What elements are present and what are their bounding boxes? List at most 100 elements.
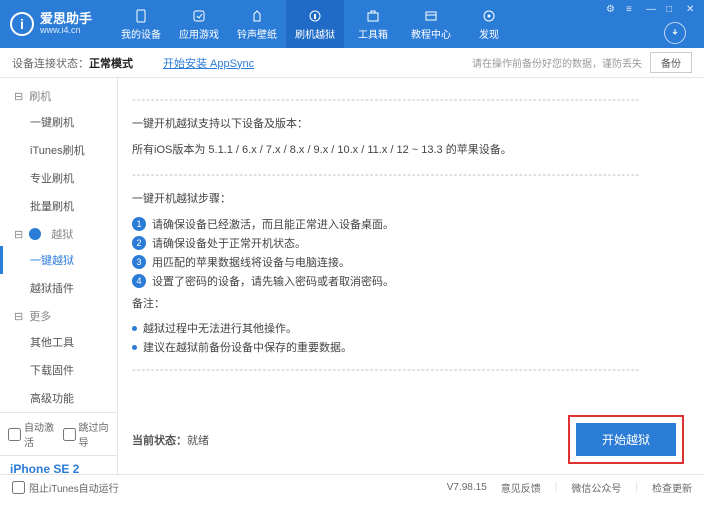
support-line: 所有iOS版本为 5.1.1 / 6.x / 7.x / 8.x / 9.x /…: [132, 142, 690, 160]
version-label: V7.98.15: [447, 482, 487, 493]
nav-icon: [307, 8, 323, 24]
logo: i 爱思助手 www.i4.cn: [10, 12, 92, 36]
conn-status-label: 设备连接状态：: [12, 58, 89, 70]
backup-button[interactable]: 备份: [650, 52, 692, 73]
side-item-0-0[interactable]: 一键刷机: [0, 108, 117, 136]
nav-label: 我的设备: [121, 26, 161, 41]
blue-dot-icon: [29, 228, 41, 240]
nav-2[interactable]: 铃声壁纸: [228, 0, 286, 48]
divider: |: [635, 482, 638, 493]
status-bar: 设备连接状态：正常模式 开始安装 AppSync 请在操作前备份好您的数据，谨防…: [0, 48, 704, 78]
start-highlight: 开始越狱: [568, 415, 684, 464]
step-3: 3用匹配的苹果数据线将设备与电脑连接。: [132, 254, 690, 270]
minimize-icon[interactable]: —: [646, 4, 658, 16]
sidebar: ⊟刷机一键刷机iTunes刷机专业刷机批量刷机 ⊟ 越狱一键越狱越狱插件 ⊟ 更多其他工…: [0, 78, 118, 474]
device-name: iPhone SE 2: [10, 462, 107, 474]
feedback-link[interactable]: 意见反馈: [501, 480, 541, 495]
block-itunes-checkbox[interactable]: 阻止iTunes自动运行: [12, 480, 119, 495]
side-group-1[interactable]: ⊟ 越狱: [0, 220, 117, 246]
current-status: 当前状态：就绪: [132, 432, 209, 448]
nav-5[interactable]: 教程中心: [402, 0, 460, 48]
step-number-icon: 4: [132, 274, 146, 288]
side-group-label: 越狱: [51, 226, 73, 242]
close-icon[interactable]: ✕: [686, 4, 698, 16]
side-item-1-1[interactable]: 越狱插件: [0, 274, 117, 302]
action-row: 当前状态：就绪 开始越狱: [132, 397, 690, 464]
nav-icon: [481, 8, 497, 24]
support-title: 一键开机越狱支持以下设备及版本：: [132, 116, 690, 134]
maximize-icon[interactable]: □: [666, 4, 678, 16]
step-2: 2请确保设备处于正常开机状态。: [132, 235, 690, 251]
nav-label: 刷机越狱: [295, 26, 335, 41]
note-title: 备注：: [132, 296, 690, 314]
divider: |: [555, 482, 558, 493]
nav-label: 铃声壁纸: [237, 26, 277, 41]
start-jailbreak-button[interactable]: 开始越狱: [576, 423, 676, 456]
side-group-0[interactable]: ⊟刷机: [0, 82, 117, 108]
divider: ----------------------------------------…: [132, 94, 690, 106]
top-nav: i 爱思助手 www.i4.cn 我的设备 应用游戏 铃声壁纸 刷机越狱 工具箱 教程中心…: [0, 0, 704, 48]
menu-icon[interactable]: ≡: [626, 4, 638, 16]
nav-6[interactable]: 发现: [460, 0, 518, 48]
step-number-icon: 3: [132, 255, 146, 269]
nav-label: 工具箱: [358, 26, 388, 41]
conn-status-value: 正常模式: [89, 58, 133, 70]
collapse-icon: ⊟: [14, 310, 23, 323]
side-group-label: 更多: [29, 308, 51, 324]
auto-activate-checkbox[interactable]: 自动激活: [8, 419, 55, 449]
nav-4[interactable]: 工具箱: [344, 0, 402, 48]
nav-icon: [191, 8, 207, 24]
note-text: 建议在越狱前备份设备中保存的重要数据。: [143, 339, 352, 355]
nav-icon: [365, 8, 381, 24]
divider: ----------------------------------------…: [132, 169, 690, 181]
install-appsync-link[interactable]: 开始安装 AppSync: [163, 55, 254, 71]
step-1: 1 请确保设备已经激活，而且能正常进入设备桌面。: [132, 216, 690, 232]
side-item-0-2[interactable]: 专业刷机: [0, 164, 117, 192]
side-item-2-1[interactable]: 下载固件: [0, 356, 117, 384]
nav-3[interactable]: 刷机越狱: [286, 0, 344, 48]
check-update-link[interactable]: 检查更新: [652, 480, 692, 495]
logo-icon: i: [10, 12, 34, 36]
bullet-icon: [132, 326, 137, 331]
logo-title: 爱思助手: [40, 12, 92, 26]
wechat-link[interactable]: 微信公众号: [571, 480, 621, 495]
conn-status: 设备连接状态：正常模式: [12, 55, 133, 71]
device-info[interactable]: iPhone SE 2 64GB iPhone SE 2: [0, 455, 117, 474]
settings-icon[interactable]: ⚙: [606, 4, 618, 16]
step-4: 4 设置了密码的设备，请先输入密码或者取消密码。: [132, 273, 690, 289]
collapse-icon: ⊟: [14, 90, 23, 103]
window-controls: ⚙ ≡ — □ ✕: [606, 4, 698, 16]
download-ring-icon[interactable]: [664, 22, 686, 44]
skip-guide-checkbox[interactable]: 跳过向导: [63, 419, 110, 449]
side-item-1-0[interactable]: 一键越狱: [0, 246, 117, 274]
sidebar-options: 自动激活 跳过向导: [0, 412, 117, 455]
nav-label: 应用游戏: [179, 26, 219, 41]
note-1: 越狱过程中无法进行其他操作。: [132, 320, 690, 336]
nav-label: 教程中心: [411, 26, 451, 41]
step-text: 设置了密码的设备，请先输入密码或者取消密码。: [152, 273, 394, 289]
nav-0[interactable]: 我的设备: [112, 0, 170, 48]
nav-1[interactable]: 应用游戏: [170, 0, 228, 48]
step-text: 请确保设备已经激活，而且能正常进入设备桌面。: [152, 216, 394, 232]
side-item-0-1[interactable]: iTunes刷机: [0, 136, 117, 164]
divider: ----------------------------------------…: [132, 364, 690, 376]
side-item-2-0[interactable]: 其他工具: [0, 328, 117, 356]
steps-title: 一键开机越狱步骤：: [132, 191, 690, 209]
nav-icon: [249, 8, 265, 24]
side-item-0-3[interactable]: 批量刷机: [0, 192, 117, 220]
logo-sub: www.i4.cn: [40, 26, 92, 36]
step-number-icon: 2: [132, 236, 146, 250]
side-item-2-2[interactable]: 高级功能: [0, 384, 117, 412]
nav-icon: [423, 8, 439, 24]
bullet-icon: [132, 345, 137, 350]
skip-guide-label: 跳过向导: [79, 419, 110, 449]
auto-activate-label: 自动激活: [24, 419, 55, 449]
backup-tip: 请在操作前备份好您的数据，谨防丢失: [472, 55, 642, 70]
current-status-label: 当前状态：: [132, 435, 187, 447]
note-text: 越狱过程中无法进行其他操作。: [143, 320, 297, 336]
block-itunes-label: 阻止iTunes自动运行: [29, 480, 119, 495]
side-group-2[interactable]: ⊟ 更多: [0, 302, 117, 328]
collapse-icon: ⊟: [14, 228, 23, 241]
nav-label: 发现: [479, 26, 499, 41]
step-number-icon: 1: [132, 217, 146, 231]
